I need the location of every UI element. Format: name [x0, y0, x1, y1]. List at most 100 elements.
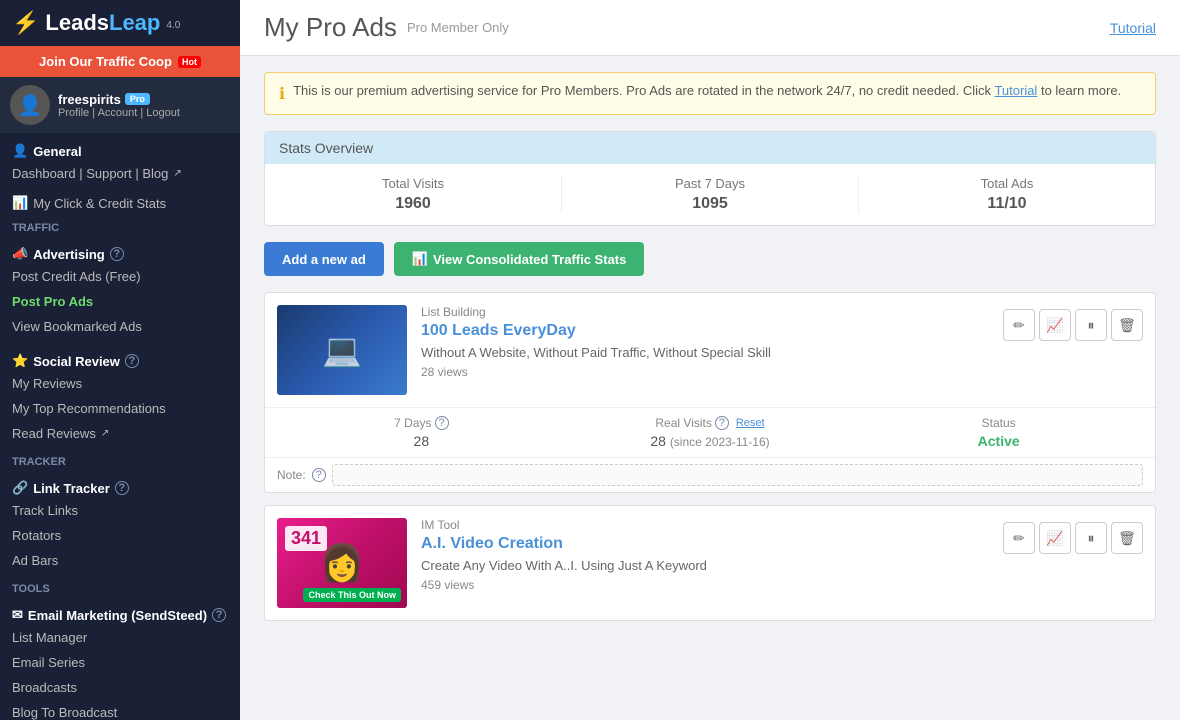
traffic-coop-button[interactable]: Join Our Traffic Coop Hot — [0, 46, 240, 77]
ad-1-note-row: Note: ? — [265, 457, 1155, 492]
sidebar-item-post-pro-ads[interactable]: Post Pro Ads — [0, 289, 240, 314]
advertising-header[interactable]: 📣 Advertising ? — [0, 240, 240, 264]
real-visits-label-text: Real Visits — [655, 416, 711, 430]
ad-1-pause-button[interactable]: ⏸ — [1075, 309, 1107, 341]
real-visits-extra: (since 2023-11-16) — [670, 435, 770, 449]
chart-icon: 📊 — [12, 195, 28, 211]
ad-1-delete-button[interactable]: 🗑 — [1111, 309, 1143, 341]
info-box-tutorial-link[interactable]: Tutorial — [994, 83, 1037, 98]
tutorial-link[interactable]: Tutorial — [1110, 20, 1156, 36]
ad-2-info: IM Tool A.I. Video Creation Create Any V… — [421, 518, 989, 592]
sidebar-item-click-credit[interactable]: 📊 My Click & Credit Stats — [0, 190, 240, 216]
ad-1-real-visits-label: Real Visits ? Reset — [566, 416, 855, 430]
note-info-icon: ? — [312, 468, 326, 482]
ad-1-stats-button[interactable]: 📈 — [1039, 309, 1071, 341]
info-box-text-content: This is our premium advertising service … — [293, 83, 991, 98]
ad-2-edit-button[interactable]: ✏ — [1003, 522, 1035, 554]
ad-bars-label: Ad Bars — [12, 553, 58, 568]
ad-2-category: IM Tool — [421, 518, 989, 532]
social-review-section: ⭐ Social Review ? My Reviews My Top Reco… — [0, 343, 240, 450]
info-box-text: This is our premium advertising service … — [293, 83, 1121, 98]
sidebar-item-ad-bars[interactable]: Ad Bars — [0, 548, 240, 573]
email-marketing-info-icon: ? — [212, 608, 226, 622]
ad-2-pause-button[interactable]: ⏸ — [1075, 522, 1107, 554]
sidebar-item-rotators[interactable]: Rotators — [0, 523, 240, 548]
ad-2-thumbnail: 341 👩 Check This Out Now — [277, 518, 407, 608]
sidebar-item-track-links[interactable]: Track Links — [0, 498, 240, 523]
logo-icon: ⚡ — [12, 10, 39, 36]
ad-1-title[interactable]: 100 Leads EveryDay — [421, 322, 989, 340]
ad-1-edit-button[interactable]: ✏ — [1003, 309, 1035, 341]
sidebar-item-read-reviews[interactable]: Read Reviews ↗ — [0, 421, 240, 446]
avatar: 👤 — [10, 85, 50, 125]
view-bookmarked-ads-label: View Bookmarked Ads — [12, 319, 142, 334]
user-links: Profile | Account | Logout — [58, 107, 180, 119]
ad-1-thumbnail: 💻 — [277, 305, 407, 395]
ad-1-status-cell: Status Active — [854, 416, 1143, 449]
general-header[interactable]: 👤 General — [0, 137, 240, 161]
laptop-decoration: 💻 — [322, 331, 362, 369]
sidebar-item-list-manager[interactable]: List Manager — [0, 625, 240, 650]
thumb2-number: 341 — [285, 526, 327, 551]
real-visits-number: 28 — [650, 433, 666, 449]
traffic-coop-label: Join Our Traffic Coop — [39, 54, 172, 69]
real-visits-info-icon: ? — [715, 416, 729, 430]
total-ads-cell: Total Ads 11/10 — [859, 176, 1155, 213]
past-7-days-cell: Past 7 Days 1095 — [562, 176, 859, 213]
logo-leads: Leads — [45, 10, 109, 35]
logo-leap: Leap — [109, 10, 160, 35]
ad-1-seven-days-label: 7 Days ? — [277, 416, 566, 430]
ad-2-title[interactable]: A.I. Video Creation — [421, 535, 989, 553]
ad-2-delete-button[interactable]: 🗑 — [1111, 522, 1143, 554]
link-icon: 🔗 — [12, 480, 28, 496]
total-ads-value: 11/10 — [859, 195, 1155, 213]
social-review-header[interactable]: ⭐ Social Review ? — [0, 347, 240, 371]
sidebar-item-blog-to-broadcast[interactable]: Blog To Broadcast — [0, 700, 240, 720]
sidebar-item-email-series[interactable]: Email Series — [0, 650, 240, 675]
ad-2-views: 459 views — [421, 578, 989, 592]
dashboard-label: Dashboard | Support | Blog — [12, 166, 168, 181]
profile-link[interactable]: Profile — [58, 107, 89, 119]
view-stats-button[interactable]: 📊 View Consolidated Traffic Stats — [394, 242, 645, 276]
user-section: 👤 freespirits Pro Profile | Account | Lo… — [0, 77, 240, 133]
email-marketing-header[interactable]: ✉ Email Marketing (SendSteed) ? — [0, 601, 240, 625]
link-tracker-header[interactable]: 🔗 Link Tracker ? — [0, 474, 240, 498]
sidebar-item-top-recommendations[interactable]: My Top Recommendations — [0, 396, 240, 421]
post-pro-ads-label: Post Pro Ads — [12, 294, 93, 309]
total-ads-label: Total Ads — [859, 176, 1155, 191]
sidebar-item-dashboard[interactable]: Dashboard | Support | Blog ↗ — [0, 161, 240, 186]
total-visits-value: 1960 — [265, 195, 561, 213]
page-title-container: My Pro Ads Pro Member Only — [264, 12, 509, 43]
action-buttons: Add a new ad 📊 View Consolidated Traffic… — [264, 242, 1156, 276]
main-content: ℹ This is our premium advertising servic… — [240, 56, 1180, 649]
social-review-label: Social Review — [33, 354, 120, 369]
stats-overview-header: Stats Overview — [265, 132, 1155, 164]
advertising-info-icon: ? — [110, 247, 124, 261]
post-credit-ads-label: Post Credit Ads (Free) — [12, 269, 141, 284]
total-visits-label: Total Visits — [265, 176, 561, 191]
top-recommendations-label: My Top Recommendations — [12, 401, 166, 416]
account-link[interactable]: Account — [98, 107, 138, 119]
sidebar-item-broadcasts[interactable]: Broadcasts — [0, 675, 240, 700]
sidebar-item-post-credit-ads[interactable]: Post Credit Ads (Free) — [0, 264, 240, 289]
ad-1-status-value: Active — [854, 433, 1143, 449]
email-marketing-label: Email Marketing (SendSteed) — [28, 608, 207, 623]
past-7-days-value: 1095 — [562, 195, 858, 213]
list-manager-label: List Manager — [12, 630, 87, 645]
past-7-days-label: Past 7 Days — [562, 176, 858, 191]
sidebar-item-view-bookmarked-ads[interactable]: View Bookmarked Ads — [0, 314, 240, 339]
note-input[interactable] — [332, 464, 1143, 486]
social-review-info-icon: ? — [125, 354, 139, 368]
seven-days-info-icon: ? — [435, 416, 449, 430]
sidebar-item-my-reviews[interactable]: My Reviews — [0, 371, 240, 396]
total-visits-cell: Total Visits 1960 — [265, 176, 562, 213]
ad-1-stats-row: 7 Days ? 28 Real Visits ? Reset 28 (sinc… — [265, 407, 1155, 457]
logout-link[interactable]: Logout — [146, 107, 180, 119]
real-visits-reset-link[interactable]: Reset — [736, 417, 765, 429]
ad-card-1: 💻 List Building 100 Leads EveryDay Witho… — [264, 292, 1156, 493]
add-new-ad-button[interactable]: Add a new ad — [264, 242, 384, 276]
stats-row: Total Visits 1960 Past 7 Days 1095 Total… — [265, 164, 1155, 225]
pro-badge: Pro — [125, 93, 150, 105]
sidebar: ⚡ LeadsLeap 4.0 Join Our Traffic Coop Ho… — [0, 0, 240, 720]
ad-2-stats-button[interactable]: 📈 — [1039, 522, 1071, 554]
